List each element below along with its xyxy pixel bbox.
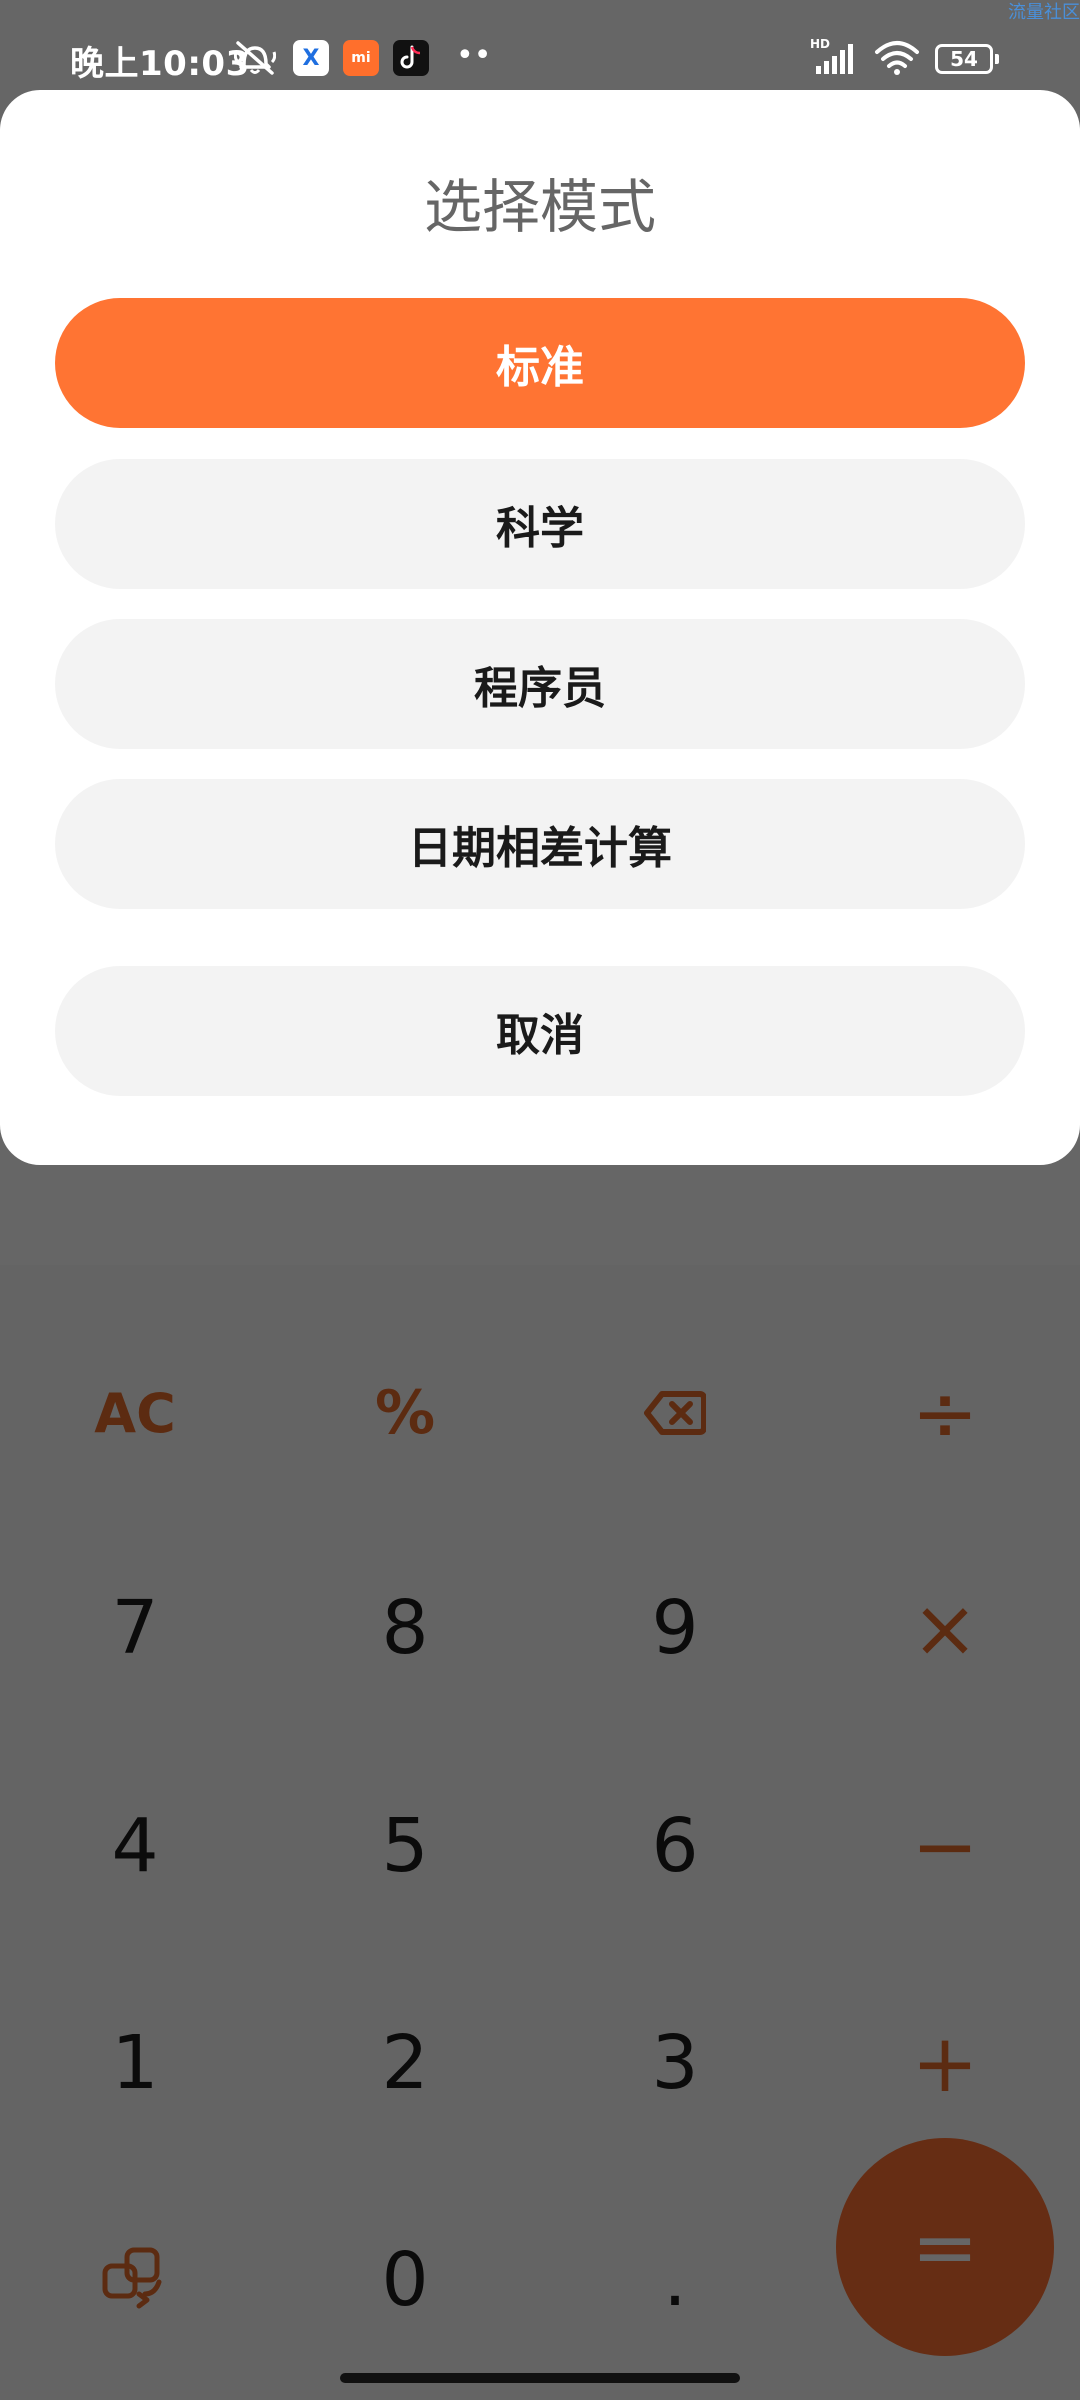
status-time: 晚上10:03 [70, 44, 250, 84]
tiktok-note-icon [400, 45, 421, 69]
cancel-button[interactable]: 取消 [55, 966, 1025, 1096]
mode-programmer-button[interactable]: 程序员 [55, 619, 1025, 749]
tiktok-icon [393, 40, 429, 76]
home-indicator[interactable] [340, 2373, 740, 2383]
mode-standard-button[interactable]: 标准 [55, 298, 1025, 428]
mode-scientific-button[interactable]: 科学 [55, 459, 1025, 589]
dialog-title: 选择模式 [423, 173, 656, 241]
signal-hd-icon: HD [810, 37, 853, 74]
alarm-muted-icon [234, 41, 276, 75]
mode-date-difference-button[interactable]: 日期相差计算 [55, 779, 1025, 909]
svg-text:HD: HD [810, 37, 830, 51]
watermark-text: 流量社区 [1008, 2, 1080, 23]
mode-select-dialog: 选择模式 标准 科学 程序员 日期相差计算 取消 [0, 90, 1080, 1165]
mi-store-icon: mi [343, 40, 379, 76]
status-bar: 晚上10:03 X mi •• HD 54 流量社区 [0, 0, 1080, 90]
app-x-icon: X [293, 40, 329, 76]
battery-indicator: 54 [935, 44, 999, 74]
more-notifications-icon: •• [456, 38, 492, 73]
wifi-icon [875, 41, 919, 75]
